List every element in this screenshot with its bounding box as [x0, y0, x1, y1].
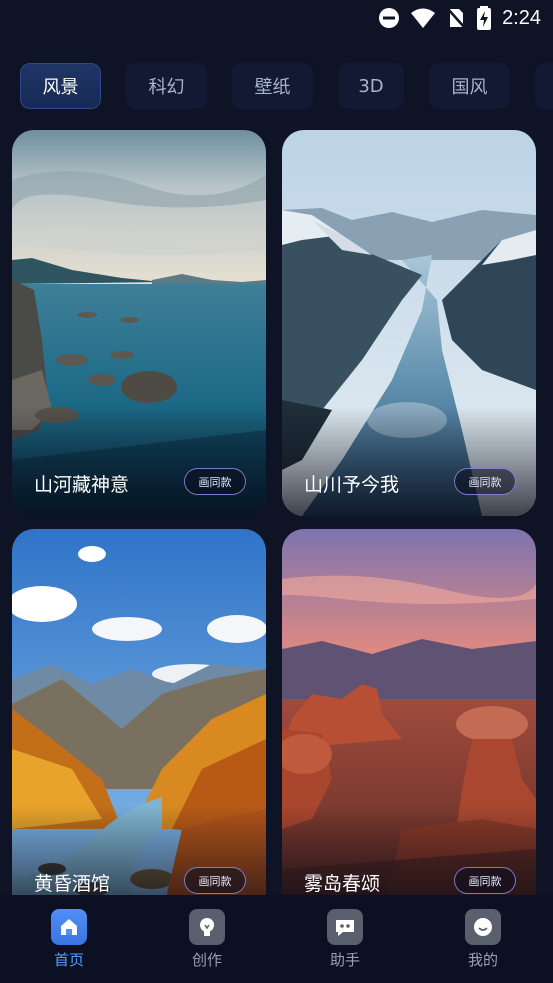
nav-label: 我的	[467, 951, 498, 969]
artwork-card[interactable]: 山川予今我 画同款	[282, 130, 536, 516]
tab-scifi[interactable]: 科幻	[126, 63, 207, 109]
card-title: 山河藏神意	[34, 474, 130, 496]
nav-home[interactable]: 首页	[29, 907, 109, 977]
tab-label: 风景	[42, 77, 79, 98]
status-time: 2:24	[502, 6, 541, 29]
category-tabs: 风景 科幻 壁纸 3D 国风	[0, 63, 553, 111]
tab-wallpaper[interactable]: 壁纸	[232, 63, 313, 109]
draw-similar-button[interactable]: 画同款	[454, 867, 516, 894]
tab-label: 国风	[451, 77, 488, 98]
button-label: 画同款	[468, 874, 502, 888]
card-title: 山川予今我	[304, 474, 400, 496]
tab-label: 壁纸	[254, 77, 291, 98]
artwork-card[interactable]: 雾岛春颂 画同款	[282, 529, 536, 895]
nav-label: 助手	[329, 951, 360, 969]
tab-label: 3D	[358, 75, 384, 97]
bulb-icon	[189, 909, 225, 945]
no-sim-icon	[447, 8, 466, 29]
tab-more[interactable]	[535, 63, 553, 109]
artwork-card[interactable]: 山河藏神意 画同款	[12, 130, 266, 516]
draw-similar-button[interactable]: 画同款	[184, 468, 246, 495]
button-label: 画同款	[198, 475, 232, 489]
nav-label: 首页	[53, 951, 84, 969]
draw-similar-button[interactable]: 画同款	[184, 867, 246, 894]
tab-label: 科幻	[148, 77, 185, 98]
nav-assistant[interactable]: 助手	[305, 907, 385, 977]
artwork-grid: 山河藏神意 画同款 山川予今我 画同款 黄昏酒馆 画同款 雾岛春颂 画同款	[0, 130, 553, 895]
home-icon	[51, 909, 87, 945]
tab-3d[interactable]: 3D	[338, 63, 404, 109]
button-label: 画同款	[468, 475, 502, 489]
do-not-disturb-icon	[379, 8, 400, 28]
status-bar: 2:24	[0, 0, 553, 38]
nav-label: 创作	[191, 951, 222, 969]
artwork-card[interactable]: 黄昏酒馆 画同款	[12, 529, 266, 895]
card-title: 黄昏酒馆	[34, 873, 111, 895]
nav-create[interactable]: 创作	[167, 907, 247, 977]
wifi-icon	[411, 8, 436, 28]
battery-charging-icon	[477, 6, 492, 30]
bottom-navigation: 首页 创作 助手 我的	[0, 895, 553, 983]
draw-similar-button[interactable]: 画同款	[454, 468, 516, 495]
chat-icon	[327, 909, 363, 945]
tab-guofeng[interactable]: 国风	[429, 63, 510, 109]
button-label: 画同款	[198, 874, 232, 888]
tab-scenery[interactable]: 风景	[20, 63, 101, 109]
face-icon	[465, 909, 501, 945]
nav-profile[interactable]: 我的	[443, 907, 523, 977]
card-title: 雾岛春颂	[304, 873, 381, 895]
